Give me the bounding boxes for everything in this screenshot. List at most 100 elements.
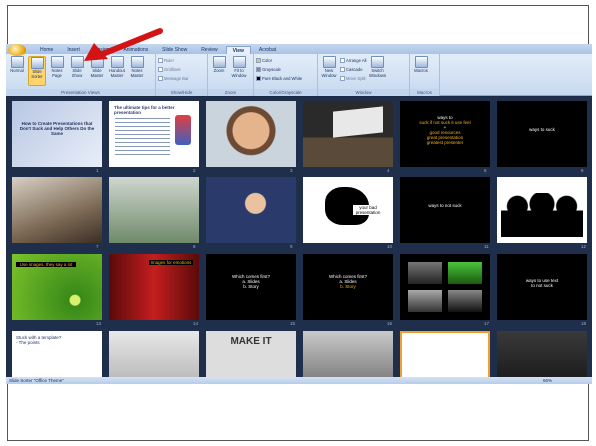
status-bar: Slide Sorter "Office Theme" 66%: [6, 377, 592, 384]
button-label: Handout Master: [109, 68, 125, 78]
slide-sorter-button[interactable]: Slide Sorter: [28, 56, 46, 86]
button-label: Macros: [414, 68, 428, 73]
slide-number: 7: [96, 244, 99, 249]
group-label: Zoom: [208, 89, 253, 96]
slide-thumbnail[interactable]: [109, 177, 199, 243]
slide-number: 14: [193, 321, 199, 326]
tab-view[interactable]: View: [225, 46, 251, 54]
cascade-button[interactable]: Cascade: [340, 65, 366, 73]
slide-number: 1: [96, 168, 99, 173]
slide-text: ways to suck: [529, 127, 555, 132]
text-line: to not suck: [531, 283, 553, 288]
photo-tile: [408, 262, 442, 284]
arrange-icon: [340, 57, 345, 63]
fit-to-window-button[interactable]: Fit to Window: [230, 56, 248, 86]
slide-thumbnail[interactable]: [303, 101, 393, 167]
slide-thumbnail[interactable]: ways to use text to not suck: [497, 254, 587, 320]
notes-page-icon: [50, 56, 64, 68]
slide-show-icon: [70, 56, 84, 68]
cascade-icon: [340, 66, 345, 72]
slide-text: Which comes first? a. Slides b. Story: [206, 274, 296, 289]
silhouette-drawing: [501, 193, 583, 237]
slide-text: Use images, they say a lot: [16, 262, 76, 267]
group-window: New Window Arrange All Cascade Move Spli…: [318, 54, 410, 96]
group-label: Presentation Views: [6, 89, 155, 96]
pure-black-white-button[interactable]: Pure Black and White: [256, 74, 302, 82]
group-label: Show/Hide: [156, 89, 207, 96]
switch-windows-button[interactable]: Switch Windows: [368, 56, 386, 86]
message-bar-checkbox[interactable]: Message Bar: [158, 74, 189, 82]
slide-sorter-grid: How to Create Presentations that Don't S…: [6, 97, 592, 384]
slide-thumbnail[interactable]: [206, 177, 296, 243]
checkbox-label: Gridlines: [164, 66, 181, 72]
zoom-level[interactable]: 66%: [543, 377, 552, 384]
tab-acrobat[interactable]: Acrobat: [253, 46, 282, 54]
slide-number: 17: [484, 321, 490, 326]
photo-tile: [448, 290, 482, 312]
button-label: Fit to Window: [231, 68, 247, 78]
red-arrow-annotation: [84, 28, 163, 61]
button-label: Slide Show: [71, 68, 83, 78]
slide-number: 13: [96, 321, 102, 326]
slide-number: 18: [581, 321, 587, 326]
gridlines-checkbox[interactable]: Gridlines: [158, 65, 189, 73]
office-button[interactable]: [8, 44, 26, 56]
projector-screen: [333, 106, 383, 138]
checkbox-label: Ruler: [164, 57, 175, 63]
text-line: greatest presenter: [426, 140, 464, 145]
group-zoom: Zoom Fit to Window Zoom: [208, 54, 254, 96]
option-label: Color: [262, 57, 273, 63]
slide-thumbnail[interactable]: Images for emotions: [109, 254, 199, 320]
slide-thumbnail[interactable]: [497, 177, 587, 243]
button-label: Normal: [10, 68, 24, 73]
figure-image: [175, 115, 191, 145]
button-label: Slide Sorter: [31, 69, 43, 79]
button-label: Zoom: [213, 68, 225, 73]
slide-number: 2: [193, 168, 196, 173]
slide-thumbnail[interactable]: The ultimate tips for a better presentat…: [109, 101, 199, 167]
tab-home[interactable]: Home: [34, 46, 59, 54]
slide-number: 12: [581, 244, 587, 249]
group-macros: Macros Macros: [410, 54, 440, 96]
slide-text: ways to not suck: [428, 203, 462, 208]
macros-button[interactable]: Macros: [412, 56, 430, 86]
color-button[interactable]: Color: [256, 56, 302, 64]
grayscale-swatch-icon: [256, 66, 261, 72]
new-window-button[interactable]: New Window: [320, 56, 338, 86]
checkbox-icon: [158, 66, 163, 72]
slide-thumbnail[interactable]: How to Create Presentations that Don't S…: [12, 101, 102, 167]
slide-number: 11: [484, 244, 489, 249]
move-split-button[interactable]: Move Split: [340, 74, 366, 82]
slide-thumbnail[interactable]: Use images, they say a lot: [12, 254, 102, 320]
grayscale-button[interactable]: Grayscale: [256, 65, 302, 73]
group-label: Color/Grayscale: [254, 89, 317, 96]
arrange-all-button[interactable]: Arrange All: [340, 56, 366, 64]
button-label: Notes Page: [51, 68, 63, 78]
slide-thumbnail[interactable]: ways to not suck: [400, 177, 490, 243]
option-label: Grayscale: [262, 66, 281, 72]
zoom-button[interactable]: Zoom: [210, 56, 228, 86]
slide-thumbnail[interactable]: [206, 101, 296, 167]
slide-number: 4: [387, 168, 390, 173]
checkbox-icon: [158, 75, 163, 81]
tab-review[interactable]: Review: [195, 46, 223, 54]
tab-insert[interactable]: Insert: [61, 46, 86, 54]
slide-thumbnail[interactable]: Which comes first? a. Slides b. Story: [303, 254, 393, 320]
slide-thumbnail[interactable]: [12, 177, 102, 243]
powerpoint-window: Home Insert Design Animations Slide Show…: [6, 44, 592, 384]
switch-windows-icon: [370, 56, 384, 68]
normal-view-button[interactable]: Normal: [8, 56, 26, 86]
button-label: Slide Master: [90, 68, 104, 78]
slide-thumbnail[interactable]: ways to suck: [497, 101, 587, 167]
slide-number: 10: [387, 244, 393, 249]
magnifier-icon: [212, 56, 226, 68]
slide-text: MAKE IT: [230, 336, 272, 347]
slide-thumbnail[interactable]: Which comes first? a. Slides b. Story: [206, 254, 296, 320]
status-text: Slide Sorter "Office Theme": [9, 378, 64, 383]
notes-page-button[interactable]: Notes Page: [48, 56, 66, 86]
slide-number: 5: [484, 168, 487, 173]
slide-thumbnail[interactable]: [400, 254, 490, 320]
slide-thumbnail[interactable]: your bad presentation: [303, 177, 393, 243]
slide-thumbnail[interactable]: ways to suck if not suck it use feel + g…: [400, 101, 490, 167]
bullet-lines: [115, 115, 170, 155]
